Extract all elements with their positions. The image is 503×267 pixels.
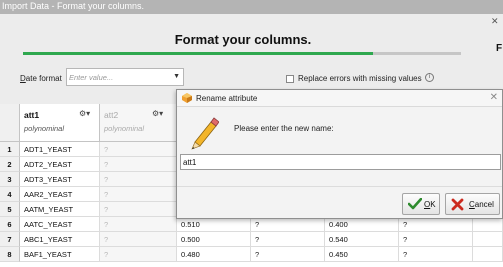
row-number: 4 bbox=[0, 187, 20, 202]
row-number-header bbox=[0, 104, 20, 142]
dialog-titlebar[interactable]: Rename attribute ✕ bbox=[177, 90, 502, 107]
date-format-placeholder: Enter value... bbox=[69, 73, 114, 82]
window-titlebar[interactable]: Import Data - Format your columns. bbox=[0, 0, 503, 14]
table-cell-c6[interactable]: ? bbox=[399, 232, 473, 247]
checkmark-icon bbox=[408, 198, 422, 210]
table-cell-att1[interactable]: ADT3_YEAST bbox=[20, 172, 100, 187]
gear-icon[interactable]: ⚙▾ bbox=[79, 109, 90, 118]
table-cell-att1[interactable]: BAF1_YEAST bbox=[20, 247, 100, 262]
table-cell-att2[interactable]: ? bbox=[100, 172, 177, 187]
table-cell-att2[interactable]: ? bbox=[100, 217, 177, 232]
table-cell-att1[interactable]: AATC_YEAST bbox=[20, 217, 100, 232]
table-cell-att1[interactable]: AATM_YEAST bbox=[20, 202, 100, 217]
table-cell-att1[interactable]: ADT1_YEAST bbox=[20, 142, 100, 157]
close-icon[interactable]: ✕ bbox=[490, 92, 498, 103]
column-type-att1: polynominal bbox=[24, 124, 65, 133]
dialog-message: Please enter the new name: bbox=[234, 124, 334, 133]
cancel-button[interactable]: Cancel bbox=[445, 193, 500, 215]
table-cell-c5[interactable]: 0.400 bbox=[325, 217, 399, 232]
gear-icon[interactable]: ⚙▾ bbox=[152, 109, 163, 118]
table-cell-c3[interactable]: 0.500 bbox=[177, 232, 251, 247]
new-name-input[interactable] bbox=[180, 154, 501, 170]
date-format-combobox[interactable]: Enter value... ▼ bbox=[66, 68, 184, 86]
row-number: 6 bbox=[0, 217, 20, 232]
ok-button-label: OK bbox=[424, 200, 436, 209]
dialog-divider bbox=[177, 186, 502, 187]
cancel-x-icon bbox=[451, 198, 464, 211]
column-name-att1: att1 bbox=[24, 110, 40, 120]
table-cell-att2[interactable]: ? bbox=[100, 157, 177, 172]
column-name-att2: att2 bbox=[104, 110, 119, 120]
partial-edge-glyph: F bbox=[496, 43, 503, 54]
table-cell-att2[interactable]: ? bbox=[100, 247, 177, 262]
table-cell-att2[interactable]: ? bbox=[100, 142, 177, 157]
table-cell-c5[interactable]: 0.450 bbox=[325, 247, 399, 262]
table-cell-att1[interactable]: ADT2_YEAST bbox=[20, 157, 100, 172]
column-header-att1[interactable]: att1 polynominal ⚙▾ bbox=[20, 104, 100, 142]
row-number: 1 bbox=[0, 142, 20, 157]
row-number: 3 bbox=[0, 172, 20, 187]
table-cell-c6[interactable]: ? bbox=[399, 217, 473, 232]
column-type-att2: polynominal bbox=[104, 124, 145, 133]
replace-errors-checkbox[interactable] bbox=[286, 75, 294, 83]
page-heading: Format your columns. bbox=[174, 32, 312, 47]
chevron-down-icon[interactable]: ▼ bbox=[173, 73, 180, 80]
table-cell-c4[interactable]: ? bbox=[251, 217, 325, 232]
pencil-icon bbox=[191, 117, 219, 150]
table-cell-c3[interactable]: 0.510 bbox=[177, 217, 251, 232]
ok-rest: K bbox=[430, 200, 436, 209]
table-cell-att2[interactable]: ? bbox=[100, 187, 177, 202]
table-cell-att1[interactable]: AAR2_YEAST bbox=[20, 187, 100, 202]
table-cell-c7[interactable] bbox=[473, 232, 503, 247]
date-format-label-rest: ate format bbox=[25, 74, 62, 83]
row-number: 5 bbox=[0, 202, 20, 217]
app-logo-icon bbox=[182, 93, 192, 103]
info-icon[interactable]: i bbox=[425, 73, 434, 82]
table-cell-c4[interactable]: ? bbox=[251, 247, 325, 262]
replace-errors-label[interactable]: Replace errors with missing values bbox=[298, 74, 422, 83]
table-cell-c7[interactable] bbox=[473, 217, 503, 232]
table-cell-att2[interactable]: ? bbox=[100, 202, 177, 217]
row-number: 8 bbox=[0, 247, 20, 262]
close-icon[interactable]: ✕ bbox=[491, 16, 499, 27]
cancel-button-label: Cancel bbox=[469, 200, 494, 209]
table-cell-att2[interactable]: ? bbox=[100, 232, 177, 247]
table-cell-c6[interactable]: ? bbox=[399, 247, 473, 262]
table-cell-c7[interactable] bbox=[473, 247, 503, 262]
date-format-label: Date format bbox=[20, 74, 62, 83]
wizard-progress-bar bbox=[23, 52, 461, 55]
rename-attribute-dialog: Rename attribute ✕ Please enter the new … bbox=[176, 89, 503, 219]
cancel-rest: ancel bbox=[474, 200, 494, 209]
row-number: 2 bbox=[0, 157, 20, 172]
window-title: Import Data - Format your columns. bbox=[2, 1, 145, 11]
row-number: 7 bbox=[0, 232, 20, 247]
wizard-progress-fill bbox=[23, 52, 374, 55]
column-header-att2[interactable]: att2 polynominal ⚙▾ bbox=[100, 104, 177, 142]
table-cell-c5[interactable]: 0.540 bbox=[325, 232, 399, 247]
ok-button[interactable]: OK bbox=[402, 193, 440, 215]
table-cell-c3[interactable]: 0.480 bbox=[177, 247, 251, 262]
table-cell-att1[interactable]: ABC1_YEAST bbox=[20, 232, 100, 247]
table-cell-c4[interactable]: ? bbox=[251, 232, 325, 247]
dialog-title: Rename attribute bbox=[196, 94, 258, 103]
